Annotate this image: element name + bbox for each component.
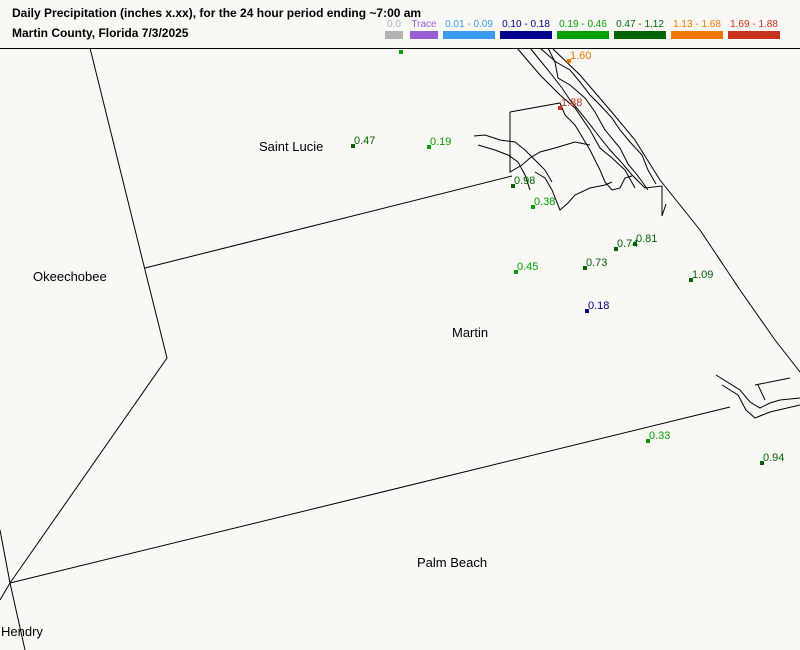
- jupiter-inlet-bar: [757, 384, 766, 401]
- st-lucie-river-north: [509, 112, 591, 173]
- legend-label: 0.0: [387, 19, 401, 30]
- station-value: 0.45: [517, 261, 538, 273]
- legend-swatch: [385, 31, 403, 39]
- legend-label: 1.13 - 1.68: [673, 19, 721, 30]
- map-canvas: Saint Lucie Okeechobee Martin Palm Beach…: [0, 47, 800, 650]
- jupiter-island-south: [754, 377, 791, 386]
- okeechobee-stlucie-boundary: [9, 47, 168, 584]
- station: 0.18: [585, 300, 609, 313]
- legend-label: Trace: [411, 19, 437, 30]
- legend-item: 1.69 - 1.88: [728, 20, 780, 39]
- station-value: 1.88: [561, 97, 582, 109]
- county-label-okeechobee: Okeechobee: [33, 269, 107, 284]
- legend-label: 0.47 - 1.12: [616, 19, 664, 30]
- legend-swatch: [500, 31, 552, 39]
- legend-item: Trace: [410, 20, 438, 39]
- station-marker: [399, 50, 403, 54]
- station-value: 0.19: [430, 136, 451, 148]
- legend-item: 0.01 - 0.09: [443, 20, 495, 39]
- county-label-hendry: Hendry: [1, 624, 43, 639]
- station-value: 1.09: [692, 269, 713, 281]
- barrier-island-shore: [539, 47, 657, 185]
- legend-swatch: [671, 31, 723, 39]
- county-label-palm-beach: Palm Beach: [417, 555, 487, 570]
- martin-palmbeach-boundary: [9, 406, 731, 584]
- station-value: 0.73: [586, 257, 607, 269]
- station: 0.94: [760, 452, 784, 465]
- outer-coastline: [551, 47, 800, 373]
- station: 1.09: [689, 269, 713, 282]
- legend-swatch: [410, 31, 438, 39]
- station: 1.88: [558, 97, 582, 110]
- station: 0.73: [583, 257, 607, 270]
- rain-gauge-stations: 1.601.880.47 0.190.980.380.740.810.45 0.73…: [351, 50, 784, 465]
- county-labels: Saint Lucie Okeechobee Martin Palm Beach…: [1, 139, 488, 639]
- county-label-martin: Martin: [452, 325, 488, 340]
- legend-item: 0.19 - 0.46: [557, 20, 609, 39]
- stlucie-martin-boundary: [144, 175, 513, 269]
- hendry-west-boundary: [0, 582, 11, 601]
- loxahatchee-river-south: [721, 384, 800, 419]
- station: 0.33: [646, 430, 670, 443]
- station: 0.38: [531, 196, 555, 209]
- station: [399, 50, 403, 54]
- station-value: 0.33: [649, 430, 670, 442]
- station-value: 1.60: [570, 50, 591, 62]
- map-subtitle: Martin County, Florida 7/3/2025: [12, 26, 189, 40]
- legend-swatch: [443, 31, 495, 39]
- legend-swatch: [557, 31, 609, 39]
- legend-label: 0.01 - 0.09: [445, 19, 493, 30]
- station: 0.47: [351, 135, 375, 148]
- station-value: 0.38: [534, 196, 555, 208]
- station: 0.81: [633, 233, 657, 246]
- precipitation-map: Daily Precipitation (inches x.xx), for t…: [0, 0, 800, 650]
- legend-label: 0.19 - 0.46: [559, 19, 607, 30]
- lagoon-east-shore: [547, 47, 649, 191]
- station: 1.60: [567, 50, 591, 63]
- map-title: Daily Precipitation (inches x.xx), for t…: [12, 6, 422, 20]
- legend-item: 0.47 - 1.12: [614, 20, 666, 39]
- legend-item: 1.13 - 1.68: [671, 20, 723, 39]
- legend-item: 0.10 - 0.18: [500, 20, 552, 39]
- county-label-saint-lucie: Saint Lucie: [259, 139, 323, 154]
- station-value: 0.47: [354, 135, 375, 147]
- legend-item: 0.0: [385, 20, 403, 39]
- station-value: 0.94: [763, 452, 784, 464]
- map-header: Daily Precipitation (inches x.xx), for t…: [0, 0, 800, 49]
- loxahatchee-river: [715, 374, 800, 409]
- station-value: 0.98: [514, 175, 535, 187]
- station-value: 0.18: [588, 300, 609, 312]
- station: 0.19: [427, 136, 451, 149]
- legend-swatch: [728, 31, 780, 39]
- station: 0.45: [514, 261, 538, 274]
- station-value: 0.81: [636, 233, 657, 245]
- legend-label: 1.69 - 1.88: [730, 19, 778, 30]
- legend-label: 0.10 - 0.18: [502, 19, 550, 30]
- legend-swatch: [614, 31, 666, 39]
- barrier-island-inner: [529, 47, 667, 217]
- station: 0.98: [511, 175, 535, 188]
